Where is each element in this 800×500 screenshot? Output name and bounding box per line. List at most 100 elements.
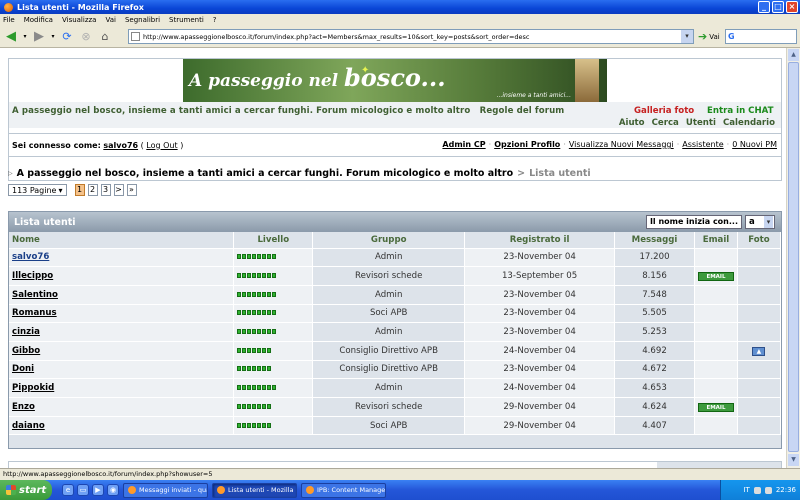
next-page[interactable]: > — [113, 184, 124, 196]
rules-link[interactable]: Regole del forum — [480, 106, 565, 116]
member-level — [233, 378, 314, 398]
menu-modifica[interactable]: Modifica — [24, 16, 53, 24]
reload-icon[interactable]: ⟳ — [59, 29, 75, 45]
task-messaggi[interactable]: Messaggi inviati - qua... — [123, 482, 208, 498]
menu-vai[interactable]: Vai — [105, 16, 115, 24]
photo-icon[interactable]: ▲ — [752, 346, 766, 356]
table-row: cinzia Admin 23-November 04 5.253 — [9, 322, 782, 342]
page-2[interactable]: 2 — [87, 184, 98, 196]
quicklaunch-desktop-icon[interactable]: ▭ — [77, 484, 89, 496]
breadcrumb-current: Lista utenti — [529, 168, 591, 179]
email-button[interactable]: EMAIL — [697, 272, 734, 282]
quicklaunch-ie-icon[interactable]: e — [62, 484, 74, 496]
member-registered: 23-November 04 — [464, 285, 616, 305]
member-posts: 4.672 — [614, 360, 695, 380]
url-input[interactable]: http://www.apasseggionelbosco.it/forum/i… — [128, 29, 694, 44]
member-name-link[interactable]: Enzo — [9, 397, 235, 417]
member-email — [694, 248, 738, 268]
member-posts: 4.407 — [614, 416, 695, 436]
col-nome[interactable]: Nome — [9, 232, 235, 249]
start-button[interactable]: start — [0, 480, 52, 500]
col-registrato[interactable]: Registrato il — [464, 232, 616, 249]
menu-help[interactable]: ? — [213, 16, 217, 24]
menu-visualizza[interactable]: Visualizza — [62, 16, 96, 24]
breadcrumb: ▷ A passeggio nel bosco, insieme a tanti… — [8, 168, 591, 179]
username-link[interactable]: salvo76 — [103, 141, 138, 150]
scroll-up-icon[interactable]: ▲ — [788, 49, 799, 61]
menu-file[interactable]: File — [3, 16, 15, 24]
home-icon[interactable]: ⌂ — [97, 29, 113, 45]
member-registered: 29-November 04 — [464, 416, 616, 436]
page-3[interactable]: 3 — [100, 184, 111, 196]
member-posts: 5.253 — [614, 322, 695, 342]
task-ipb[interactable]: IPB: Content Manage... — [301, 482, 386, 498]
quicklaunch-firefox-icon[interactable]: ◉ — [107, 484, 119, 496]
level-pips-icon — [237, 310, 277, 316]
forum-banner[interactable]: A passeggio nel bosco... ✦ ...insieme a … — [183, 59, 607, 102]
forward-dropdown-icon[interactable]: ▾ — [50, 29, 56, 45]
members-table-title: Lista utenti — [14, 216, 76, 228]
member-name-link[interactable]: Salentino — [9, 285, 235, 305]
filter-starts-with-button[interactable]: Il nome inizia con... — [645, 215, 742, 229]
filter-letter-select[interactable]: a — [745, 215, 775, 229]
minimize-button[interactable]: _ — [758, 1, 770, 13]
scroll-down-icon[interactable]: ▼ — [788, 454, 799, 466]
breadcrumb-forum-link[interactable]: A passeggio nel bosco, insieme a tanti a… — [17, 168, 514, 179]
member-photo — [737, 322, 782, 342]
member-name-link[interactable]: Romanus — [9, 304, 235, 324]
window-title: Lista utenti - Mozilla Firefox — [17, 2, 144, 12]
assistant-link[interactable]: Assistente — [682, 140, 723, 149]
chat-link[interactable]: Entra in CHAT — [707, 106, 774, 116]
col-messaggi[interactable]: Messaggi — [614, 232, 695, 249]
member-name-link[interactable]: Illecippo — [9, 266, 235, 286]
nav-utenti[interactable]: Utenti — [686, 118, 716, 128]
member-name-link[interactable]: Pippokid — [9, 378, 235, 398]
windows-flag-icon — [6, 485, 16, 495]
new-pm-link[interactable]: 0 Nuovi PM — [732, 140, 777, 149]
pages-dropdown[interactable]: 113 Pagine ▾ — [8, 184, 67, 196]
nav-toolbar: ◀ ▾ ▶ ▾ ⟳ ⊗ ⌂ http://www.apasseggionelbo… — [0, 26, 800, 48]
scroll-thumb[interactable] — [788, 62, 799, 452]
member-name-link[interactable]: Doni — [9, 360, 235, 380]
profile-options-link[interactable]: Opzioni Profilo — [494, 140, 560, 149]
member-name-link[interactable]: Gibbo — [9, 341, 235, 361]
stop-icon[interactable]: ⊗ — [78, 29, 94, 45]
connected-label: Sei connesso come: — [12, 140, 101, 150]
member-group: Admin — [312, 378, 466, 398]
admin-cp-link[interactable]: Admin CP — [442, 140, 485, 149]
quicklaunch-media-icon[interactable]: ▶ — [92, 484, 104, 496]
member-name-link[interactable]: cinzia — [9, 322, 235, 342]
vertical-scrollbar[interactable]: ▲ ▼ — [786, 48, 800, 468]
language-indicator[interactable]: IT — [743, 486, 749, 494]
go-button[interactable]: ➔ Vai — [698, 30, 720, 43]
member-posts: 4.692 — [614, 341, 695, 361]
menu-strumenti[interactable]: Strumenti — [169, 16, 204, 24]
close-button[interactable]: × — [786, 1, 798, 13]
member-photo — [737, 397, 782, 417]
col-foto: Foto — [737, 232, 782, 249]
email-button[interactable]: EMAIL — [697, 402, 734, 412]
nav-calendario[interactable]: Calendario — [723, 118, 775, 128]
tray-volume-icon[interactable] — [764, 486, 772, 494]
member-posts: 17.200 — [614, 248, 695, 268]
member-name-link[interactable]: daiano — [9, 416, 235, 436]
url-dropdown-icon[interactable]: ▾ — [681, 30, 693, 43]
forward-arrow-icon[interactable]: ▶ — [31, 29, 47, 45]
member-name-link[interactable]: salvo76 — [9, 248, 235, 268]
tray-network-icon[interactable] — [753, 486, 761, 494]
nav-cerca[interactable]: Cerca — [652, 118, 679, 128]
nav-aiuto[interactable]: Aiuto — [619, 118, 645, 128]
back-arrow-icon[interactable]: ◀ — [3, 29, 19, 45]
search-input[interactable]: G — [725, 29, 797, 44]
footer-bar — [8, 461, 782, 468]
banner-title-small: A passeggio nel — [189, 71, 339, 91]
new-messages-link[interactable]: Visualizza Nuovi Messaggi — [569, 140, 674, 149]
logout-link[interactable]: Log Out — [146, 141, 177, 150]
menu-segnalibri[interactable]: Segnalibri — [125, 16, 160, 24]
back-dropdown-icon[interactable]: ▾ — [22, 29, 28, 45]
last-page[interactable]: » — [126, 184, 137, 196]
galleria-foto-link[interactable]: Galleria foto — [634, 106, 694, 116]
col-gruppo[interactable]: Gruppo — [312, 232, 466, 249]
task-lista-utenti[interactable]: Lista utenti - Mozilla F... — [212, 482, 297, 498]
maximize-button[interactable]: □ — [772, 1, 784, 13]
